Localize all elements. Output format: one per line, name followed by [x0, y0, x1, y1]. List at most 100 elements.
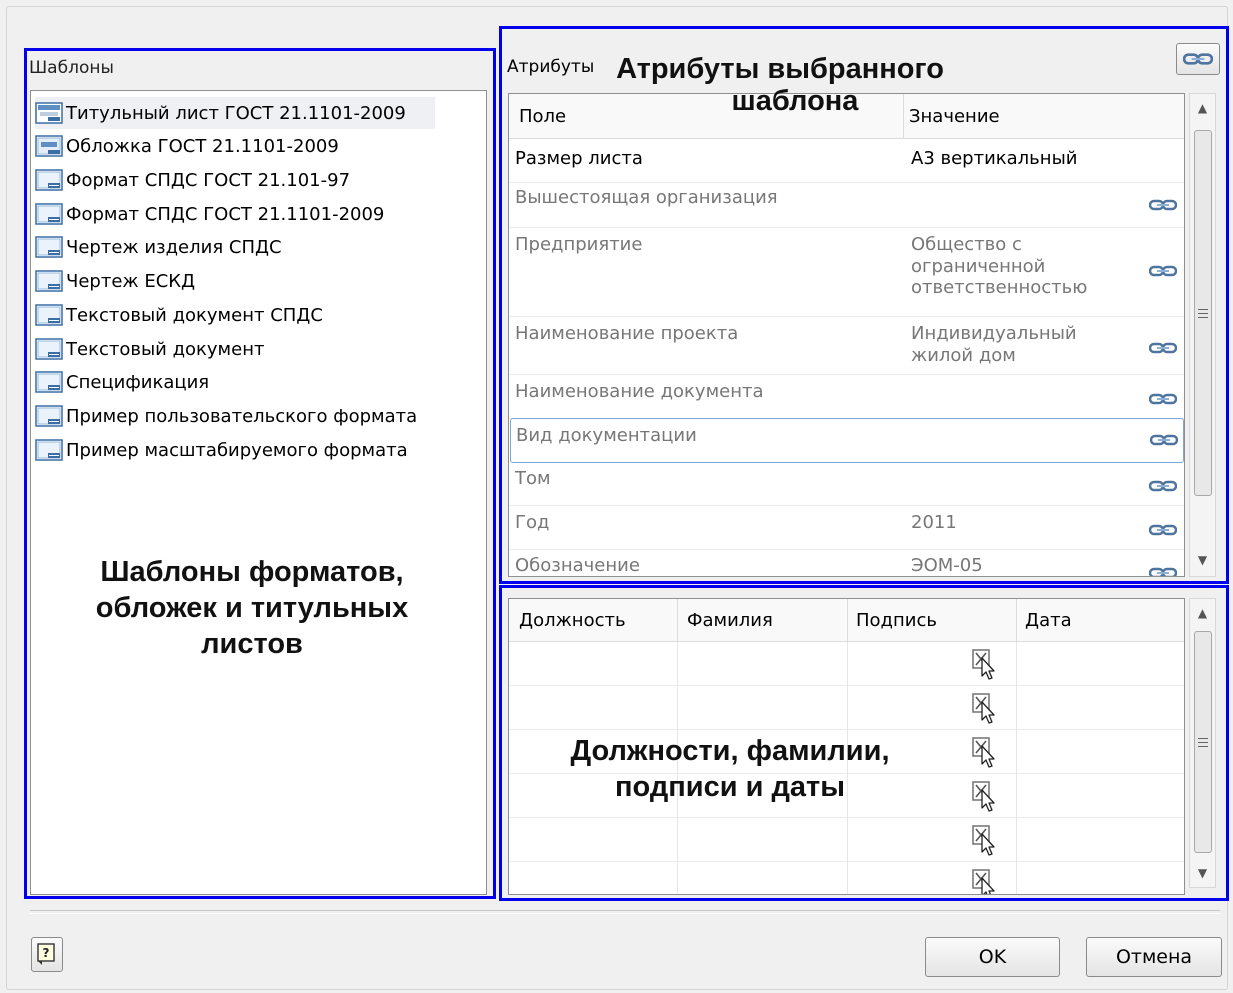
- scroll-up-arrow-icon[interactable]: ▲: [1190, 601, 1215, 625]
- attribute-value[interactable]: А3 вертикальный: [911, 148, 1121, 170]
- annotation-line: Должности, фамилии,: [570, 735, 890, 767]
- scroll-down-arrow-icon[interactable]: ▼: [1190, 548, 1215, 572]
- link-icon[interactable]: [1149, 566, 1177, 577]
- attribute-field: Обозначение: [515, 555, 640, 576]
- scroll-down-arrow-icon[interactable]: ▼: [1190, 861, 1215, 885]
- template-item-label: Обложка ГОСТ 21.1101-2009: [66, 135, 339, 157]
- attribute-field: Размер листа: [515, 148, 643, 169]
- select-signature-icon[interactable]: [971, 692, 997, 724]
- link-icon[interactable]: [1149, 479, 1177, 493]
- signature-row[interactable]: [509, 642, 1184, 686]
- link-icon[interactable]: [1149, 523, 1177, 537]
- link-icon[interactable]: [1150, 433, 1178, 447]
- template-item-label: Пример масштабируемого формата: [66, 439, 408, 461]
- annotation-line: Атрибуты выбранного: [616, 53, 944, 85]
- signature-row[interactable]: [509, 686, 1184, 730]
- signature-row[interactable]: [509, 862, 1184, 895]
- attribute-field: Предприятие: [515, 234, 643, 255]
- attribute-row[interactable]: Том: [509, 462, 1184, 506]
- template-item-cover[interactable]: Обложка ГОСТ 21.1101-2009: [35, 130, 339, 162]
- template-item-text-doc[interactable]: Текстовый документ: [35, 333, 264, 365]
- templates-label: Шаблоны: [29, 58, 114, 78]
- svg-text:?: ?: [43, 946, 50, 960]
- column-separator: [847, 599, 848, 641]
- template-item-scalable-format[interactable]: Пример масштабируемого формата: [35, 434, 408, 466]
- template-item-label: Текстовый документ: [66, 338, 265, 360]
- annotation-line: листов: [201, 627, 303, 660]
- templates-list[interactable]: Титульный лист ГОСТ 21.1101-2009 Обложка…: [30, 90, 487, 895]
- column-header-signature[interactable]: Подпись: [856, 610, 937, 631]
- template-item-format-spds-97[interactable]: Формат СПДС ГОСТ 21.101-97: [35, 164, 350, 196]
- annotation-line: Шаблоны форматов,: [100, 556, 404, 588]
- select-signature-icon[interactable]: [971, 648, 997, 680]
- template-item-drawing-eskd[interactable]: Чертеж ЕСКД: [35, 265, 195, 297]
- select-signature-icon[interactable]: [971, 824, 997, 856]
- column-separator: [1016, 599, 1017, 641]
- help-button[interactable]: ?: [31, 937, 63, 972]
- grip-icon: [1198, 738, 1208, 747]
- title-sheet-icon: [35, 102, 64, 124]
- scrollbar-thumb[interactable]: [1194, 130, 1212, 496]
- template-item-title-sheet[interactable]: Титульный лист ГОСТ 21.1101-2009: [35, 97, 435, 129]
- annotation-line: подписи и даты: [614, 770, 845, 803]
- column-header-surname[interactable]: Фамилия: [687, 610, 773, 631]
- link-icon[interactable]: [1149, 264, 1177, 278]
- signature-row[interactable]: [509, 818, 1184, 862]
- link-all-button[interactable]: [1176, 43, 1220, 75]
- attribute-field: Вышестоящая организация: [515, 187, 778, 208]
- format-icon: [35, 236, 64, 258]
- template-item-custom-format[interactable]: Пример пользовательского формата: [35, 400, 417, 432]
- help-icon: ?: [37, 943, 55, 965]
- scroll-up-arrow-icon[interactable]: ▲: [1190, 96, 1215, 120]
- link-icon[interactable]: [1149, 341, 1177, 355]
- attribute-value[interactable]: ЭОМ-05: [911, 555, 1121, 576]
- link-icon[interactable]: [1149, 198, 1177, 212]
- template-item-label: Пример пользовательского формата: [66, 405, 418, 427]
- cancel-button[interactable]: Отмена: [1086, 937, 1222, 977]
- attribute-value[interactable]: 2011: [911, 512, 1121, 534]
- scrollbar-thumb[interactable]: [1194, 631, 1212, 853]
- attribute-value[interactable]: Общество с ограниченной ответственностью: [911, 234, 1121, 299]
- footer-divider: [30, 910, 1220, 914]
- annotation-line: шаблона: [731, 84, 859, 117]
- templates-annotation: Шаблоны форматов, обложек и титульных ли…: [42, 555, 462, 663]
- link-icon[interactable]: [1149, 392, 1177, 406]
- template-item-drawing-spds[interactable]: Чертеж изделия СПДС: [35, 231, 282, 263]
- attribute-row-focused[interactable]: Вид документации: [510, 418, 1184, 463]
- attribute-row[interactable]: Наименование проекта Индивидуальный жило…: [509, 317, 1184, 375]
- column-header-position[interactable]: Должность: [519, 610, 626, 631]
- attributes-grid[interactable]: Поле Значение Размер листа А3 вертикальн…: [508, 93, 1185, 577]
- format-icon: [35, 169, 64, 191]
- format-icon: [35, 270, 64, 292]
- attribute-row[interactable]: Обозначение ЭОМ-05: [509, 550, 1184, 577]
- attribute-row[interactable]: Вышестоящая организация: [509, 183, 1184, 228]
- column-header-date[interactable]: Дата: [1025, 610, 1072, 631]
- attributes-annotation: Атрибуты выбранного шаблона: [600, 52, 1070, 120]
- attribute-row[interactable]: Год 2011: [509, 506, 1184, 550]
- select-signature-icon[interactable]: [971, 868, 997, 895]
- link-icon: [1183, 51, 1213, 67]
- format-icon: [35, 304, 64, 326]
- template-item-specification[interactable]: Спецификация: [35, 366, 209, 398]
- attribute-row[interactable]: Наименование документа: [509, 375, 1184, 419]
- select-signature-icon[interactable]: [971, 780, 997, 812]
- grip-icon: [1198, 309, 1208, 318]
- template-item-label: Титульный лист ГОСТ 21.1101-2009: [66, 102, 406, 124]
- format-icon: [35, 405, 64, 427]
- attribute-row[interactable]: Размер листа А3 вертикальный: [509, 139, 1184, 183]
- template-item-text-doc-spds[interactable]: Текстовый документ СПДС: [35, 299, 323, 331]
- signatures-grid-header: Должность Фамилия Подпись Дата: [509, 599, 1184, 642]
- template-item-format-spds-2009[interactable]: Формат СПДС ГОСТ 21.1101-2009: [35, 198, 384, 230]
- format-icon: [35, 338, 64, 360]
- signatures-scrollbar[interactable]: ▲ ▼: [1189, 598, 1216, 888]
- attribute-field: Год: [515, 512, 550, 533]
- attributes-scrollbar[interactable]: ▲ ▼: [1189, 93, 1216, 577]
- ok-button[interactable]: OK: [925, 937, 1060, 977]
- select-signature-icon[interactable]: [971, 736, 997, 768]
- template-item-label: Формат СПДС ГОСТ 21.101-97: [66, 169, 351, 191]
- format-icon: [35, 203, 64, 225]
- attribute-row[interactable]: Предприятие Общество с ограниченной отве…: [509, 228, 1184, 317]
- template-item-label: Чертеж ЕСКД: [66, 270, 196, 292]
- attribute-value[interactable]: Индивидуальный жилой дом: [911, 323, 1121, 366]
- cover-icon: [35, 135, 64, 157]
